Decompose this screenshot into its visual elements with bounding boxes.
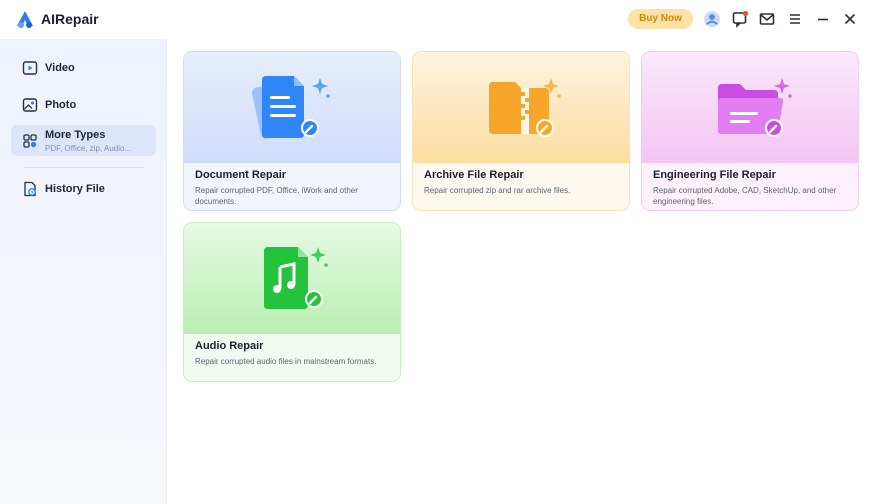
app-title: AIRepair — [41, 11, 99, 27]
sidebar-item-label: More Types — [45, 129, 106, 141]
card-illustration-area — [413, 52, 629, 163]
sidebar-item-label: Photo — [45, 99, 77, 111]
card-description: Repair corrupted zip and rar archive fil… — [424, 186, 571, 195]
history-file-icon — [22, 181, 38, 197]
sidebar-item-photo[interactable]: Photo — [11, 93, 156, 117]
account-icon[interactable] — [703, 10, 721, 28]
title-bar: AIRepair Buy Now — [0, 0, 876, 39]
card-illustration-area — [184, 52, 400, 163]
more-types-icon — [22, 133, 38, 149]
sidebar-item-label: History File — [45, 183, 105, 195]
archive-file-repair-card[interactable]: Archive File Repair Repair corrupted zip… — [412, 51, 630, 211]
sidebar-item-sublabel: PDF, Office, zip, Audio... — [45, 144, 132, 153]
card-description: Repair corrupted Adobe, CAD, SketchUp, a… — [653, 186, 837, 206]
sidebar-item-video[interactable]: Video — [11, 56, 156, 80]
card-illustration-area — [184, 223, 400, 334]
mail-icon[interactable] — [758, 10, 776, 28]
sidebar: Video Photo More Types PDF, Office, zip,… — [0, 39, 167, 504]
card-title: Archive File Repair — [424, 169, 524, 181]
card-description: Repair corrupted PDF, Office, iWork and … — [195, 186, 358, 206]
sidebar-item-label: Video — [45, 62, 75, 74]
menu-icon[interactable] — [786, 10, 804, 28]
video-icon — [22, 60, 38, 76]
sidebar-item-history-file[interactable]: History File — [11, 177, 156, 201]
card-illustration-area — [642, 52, 858, 163]
document-repair-card[interactable]: Document Repair Repair corrupted PDF, Of… — [183, 51, 401, 211]
card-title: Engineering File Repair — [653, 169, 776, 181]
notification-icon[interactable] — [731, 10, 749, 28]
archive-icon — [475, 72, 569, 144]
close-icon[interactable] — [841, 10, 859, 28]
card-title: Document Repair — [195, 169, 287, 181]
buy-now-button[interactable]: Buy Now — [628, 9, 693, 29]
document-icon — [246, 72, 340, 144]
card-description: Repair corrupted audio files in mainstre… — [195, 357, 377, 366]
engineering-folder-icon — [704, 72, 798, 144]
minimize-icon[interactable] — [814, 10, 832, 28]
sidebar-divider — [24, 167, 144, 168]
audio-repair-card[interactable]: Audio Repair Repair corrupted audio file… — [183, 222, 401, 382]
audio-file-icon — [246, 243, 340, 315]
engineering-file-repair-card[interactable]: Engineering File Repair Repair corrupted… — [641, 51, 859, 211]
photo-icon — [22, 97, 38, 113]
card-title: Audio Repair — [195, 340, 264, 352]
sidebar-item-more-types[interactable]: More Types PDF, Office, zip, Audio... — [11, 125, 156, 156]
app-logo-icon — [15, 10, 35, 29]
